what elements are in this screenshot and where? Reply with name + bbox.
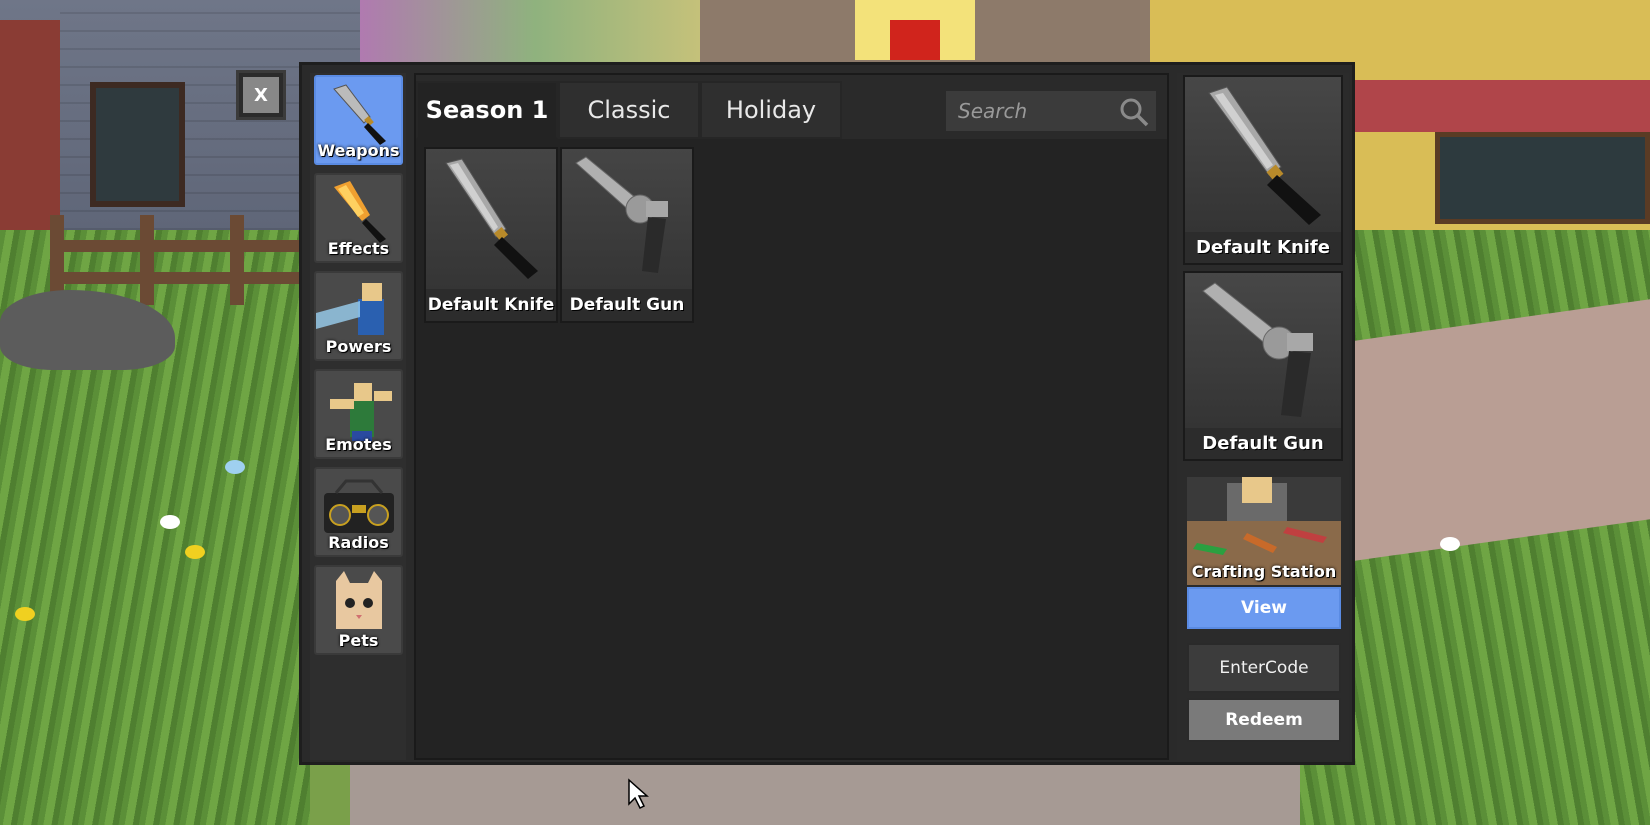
flaming-knife-icon <box>334 181 386 243</box>
flower <box>1440 537 1460 551</box>
inventory-item-default-gun[interactable]: Default Gun <box>560 147 694 323</box>
close-button[interactable]: X <box>236 70 286 120</box>
search-icon[interactable] <box>1118 96 1150 128</box>
category-pets[interactable]: Pets <box>314 565 403 655</box>
item-label: Default Gun <box>562 289 692 321</box>
tab-classic[interactable]: Classic <box>558 81 700 139</box>
shop-window <box>1435 132 1650 224</box>
player-avatar <box>855 0 975 60</box>
view-crafting-button[interactable]: View <box>1187 587 1341 629</box>
equipped-label: Default Knife <box>1185 232 1341 263</box>
knife-icon <box>333 84 386 145</box>
search-input[interactable]: Search <box>946 91 1156 131</box>
equipped-panel: Default Knife Default Gun Crafting Stati <box>1177 73 1349 760</box>
search-placeholder: Search <box>958 99 1028 123</box>
close-button-label: X <box>243 77 279 113</box>
fence-rail <box>50 272 310 284</box>
category-label: Effects <box>327 239 390 258</box>
item-panel: Season 1 Classic Holiday Search Default … <box>414 73 1169 760</box>
powers-icon <box>316 283 384 335</box>
stone-path-bottom <box>350 760 1300 825</box>
fence-rail <box>50 240 310 252</box>
inventory-item-default-knife[interactable]: Default Knife <box>424 147 558 323</box>
category-emotes[interactable]: Emotes <box>314 369 403 459</box>
flower <box>15 607 35 621</box>
category-effects[interactable]: Effects <box>314 173 403 263</box>
category-label: Emotes <box>325 435 392 454</box>
flower <box>160 515 180 529</box>
category-sidebar: Weapons Effects Powers Emotes Radios Pet… <box>310 73 406 760</box>
category-label: Radios <box>328 533 389 552</box>
inventory-window: Weapons Effects Powers Emotes Radios Pet… <box>299 62 1355 765</box>
category-label: Pets <box>338 631 379 650</box>
emote-icon <box>330 383 392 441</box>
category-label: Powers <box>325 337 392 356</box>
knife-icon <box>426 149 556 289</box>
radio-icon <box>324 479 394 533</box>
pet-cat-icon <box>336 571 382 629</box>
category-powers[interactable]: Powers <box>314 271 403 361</box>
flower <box>225 460 245 474</box>
stone-path-right <box>1355 299 1650 561</box>
equipped-label: Default Gun <box>1185 428 1341 459</box>
equipped-gun-slot[interactable]: Default Gun <box>1183 271 1343 461</box>
tab-season-1[interactable]: Season 1 <box>416 81 558 139</box>
crafting-station-card: Crafting Station <box>1187 477 1341 585</box>
category-radios[interactable]: Radios <box>314 467 403 557</box>
item-label: Default Knife <box>426 289 556 321</box>
category-label: Weapons <box>317 141 400 160</box>
category-weapons[interactable]: Weapons <box>314 75 403 165</box>
revolver-icon <box>562 149 692 289</box>
tab-holiday[interactable]: Holiday <box>700 81 842 139</box>
mouse-cursor-icon <box>628 778 649 810</box>
crafting-station-label: Crafting Station <box>1191 562 1337 581</box>
knife-icon <box>1185 77 1341 232</box>
equipped-knife-slot[interactable]: Default Knife <box>1183 75 1343 265</box>
tab-bar: Season 1 Classic Holiday Search <box>416 75 1167 139</box>
building-window <box>90 82 185 207</box>
enter-code-input[interactable]: EnterCode <box>1187 643 1341 693</box>
flower <box>185 545 205 559</box>
redeem-button[interactable]: Redeem <box>1187 698 1341 742</box>
shop-awning <box>1355 80 1650 132</box>
revolver-icon <box>1185 273 1341 428</box>
